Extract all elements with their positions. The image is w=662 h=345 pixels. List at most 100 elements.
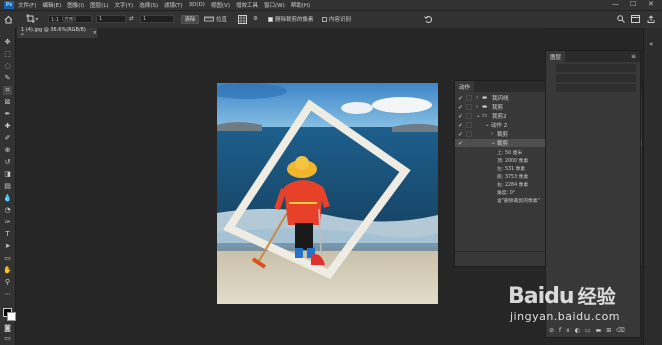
share-icon[interactable]	[647, 14, 655, 24]
frame-tool-icon[interactable]: ⊠	[3, 98, 12, 107]
layers-tab[interactable]: 图层	[546, 51, 566, 62]
toggle-check-icon[interactable]: ✓	[458, 95, 463, 102]
workspace-icon[interactable]	[631, 14, 640, 24]
height-field[interactable]: 1	[140, 15, 174, 23]
collapse-arrow-icon[interactable]: ›	[476, 104, 478, 110]
pen-tool-icon[interactable]: ✑	[3, 218, 12, 227]
expand-arrow-icon[interactable]: ⌄	[476, 113, 481, 119]
toggle-check-icon[interactable]: ✓	[458, 140, 463, 147]
delete-cropped-pixels-option[interactable]: 删除裁剪的像素	[268, 14, 314, 24]
crop-tool-icon[interactable]: ⌗	[3, 86, 12, 95]
minimize-button[interactable]: —	[612, 0, 619, 8]
collapse-dock-icon[interactable]: «	[649, 40, 653, 48]
folder-icon: ▬	[482, 95, 488, 101]
step-detail: 顶: 2000 像素	[497, 159, 529, 164]
dialog-toggle[interactable]	[466, 95, 472, 101]
menu-layer[interactable]: 图层(L)	[90, 1, 108, 9]
menu-image[interactable]: 图像(I)	[67, 1, 84, 9]
content-aware-option[interactable]: 内容识别	[322, 14, 351, 24]
blur-tool-icon[interactable]: 💧	[3, 194, 12, 203]
path-select-tool-icon[interactable]: ➤	[3, 242, 12, 251]
step-detail: 含"删除裁剪的像素"	[497, 199, 540, 204]
content-aware-checkbox[interactable]	[322, 16, 327, 22]
dialog-toggle[interactable]	[466, 131, 472, 137]
toggle-check-icon[interactable]: ✓	[458, 104, 463, 111]
watermark-url: jingyan.baidu.com	[510, 310, 621, 323]
history-brush-tool-icon[interactable]: ↺	[3, 158, 12, 167]
delete-cropped-label: 删除裁剪的像素	[275, 17, 314, 23]
overlay-grid-icon[interactable]	[238, 14, 247, 24]
toggle-check-icon[interactable]: ✓	[458, 113, 463, 120]
menu-filter[interactable]: 滤镜(T)	[164, 1, 183, 9]
layer-filter-bar[interactable]	[556, 64, 636, 72]
delete-cropped-checkbox[interactable]	[268, 16, 273, 22]
document-tab-close[interactable]: ×	[93, 30, 97, 36]
crop-tool-preset-icon[interactable]	[26, 14, 38, 24]
dialog-toggle[interactable]	[466, 104, 472, 110]
home-icon[interactable]	[4, 14, 13, 24]
type-tool-icon[interactable]: T	[3, 230, 12, 239]
menu-select[interactable]: 选择(S)	[139, 1, 158, 9]
gradient-tool-icon[interactable]: ▤	[3, 182, 12, 191]
healing-brush-tool-icon[interactable]: ✚	[3, 122, 12, 131]
toggle-check-icon[interactable]: ✓	[458, 131, 463, 138]
expand-arrow-icon[interactable]: ⌄	[491, 140, 496, 146]
clear-button[interactable]: 清除	[181, 14, 199, 24]
menu-help[interactable]: 帮助(H)	[291, 1, 310, 9]
menu-file[interactable]: 文件(F)	[18, 1, 36, 9]
gear-icon[interactable]: ⚙	[253, 14, 258, 24]
width-field[interactable]: 1	[96, 15, 126, 23]
clone-stamp-tool-icon[interactable]: ⊕	[3, 146, 12, 155]
menu-3d[interactable]: 3D(D)	[189, 2, 205, 8]
panel-menu-icon[interactable]: ≡	[631, 53, 636, 60]
marquee-tool-icon[interactable]: ⬚	[3, 50, 12, 59]
options-bar: 1:1（方形） 1 ⇄ 1 清除 拉直 ⚙ 删除裁剪的像素 内容识别	[0, 10, 662, 29]
eyedropper-tool-icon[interactable]: ✒	[3, 110, 12, 119]
action-set-label: 我闪线	[492, 96, 509, 102]
background-color-swatch[interactable]	[7, 312, 16, 321]
tools-panel: ✥ ⬚ ◌ ✎ ⌗ ⊠ ✒ ✚ ✐ ⊕ ↺ ◨ ▤ 💧 ◔ ✑ T ➤ ▭ ✋ …	[0, 28, 16, 345]
collapse-arrow-icon[interactable]: ›	[491, 131, 493, 137]
photoshop-logo: Ps	[4, 1, 14, 9]
eraser-tool-icon[interactable]: ◨	[3, 170, 12, 179]
hand-tool-icon[interactable]: ✋	[3, 266, 12, 275]
lock-bar[interactable]	[556, 84, 636, 92]
rectangle-tool-icon[interactable]: ▭	[3, 254, 12, 263]
menu-plugins[interactable]: 增效工具	[236, 1, 258, 9]
move-tool-icon[interactable]: ✥	[3, 38, 12, 47]
ratio-select[interactable]: 1:1（方形）	[48, 15, 92, 23]
document-tab[interactable]: 1 (4).jpg @ 36.6%(RGB/8) * ×	[17, 27, 97, 39]
layers-footer-icons[interactable]: ⊘fx◐▭▬⊞⌫	[549, 327, 637, 335]
watermark-brand: Baidu	[508, 284, 575, 309]
canvas-image[interactable]	[217, 83, 438, 304]
menu-window[interactable]: 窗口(W)	[264, 1, 285, 9]
expand-arrow-icon[interactable]: ⌄	[485, 122, 490, 128]
zoom-tool-icon[interactable]: ⚲	[3, 278, 12, 287]
swap-icon[interactable]: ⇄	[129, 14, 134, 24]
dialog-toggle[interactable]	[466, 122, 472, 128]
dialog-toggle[interactable]	[466, 113, 472, 119]
menu-view[interactable]: 视图(V)	[211, 1, 230, 9]
menu-type[interactable]: 文字(Y)	[115, 1, 134, 9]
reset-icon[interactable]	[424, 14, 433, 24]
actions-tab[interactable]: 动作	[455, 81, 475, 92]
menu-edit[interactable]: 编辑(E)	[42, 1, 61, 9]
straighten-label[interactable]: 拉直	[216, 14, 227, 24]
folder-icon: ▬	[482, 104, 488, 110]
quick-mask-icon[interactable]: ◙	[3, 324, 12, 333]
more-tools-icon[interactable]: ⋯	[3, 290, 12, 299]
search-icon[interactable]	[617, 14, 625, 24]
close-window-button[interactable]: ✕	[648, 0, 654, 8]
screen-mode-icon[interactable]: ▭	[3, 334, 12, 343]
straighten-icon[interactable]	[204, 14, 214, 24]
maximize-button[interactable]: ☐	[630, 0, 636, 8]
blend-mode-bar[interactable]	[556, 74, 636, 82]
step-detail: 右: 2284 像素	[497, 183, 529, 188]
quick-select-tool-icon[interactable]: ✎	[3, 74, 12, 83]
dialog-toggle[interactable]	[466, 140, 472, 146]
lasso-tool-icon[interactable]: ◌	[3, 62, 12, 71]
brush-tool-icon[interactable]: ✐	[3, 134, 12, 143]
collapse-arrow-icon[interactable]: ›	[476, 95, 478, 101]
dodge-tool-icon[interactable]: ◔	[3, 206, 12, 215]
toggle-check-icon[interactable]: ✓	[458, 122, 463, 129]
